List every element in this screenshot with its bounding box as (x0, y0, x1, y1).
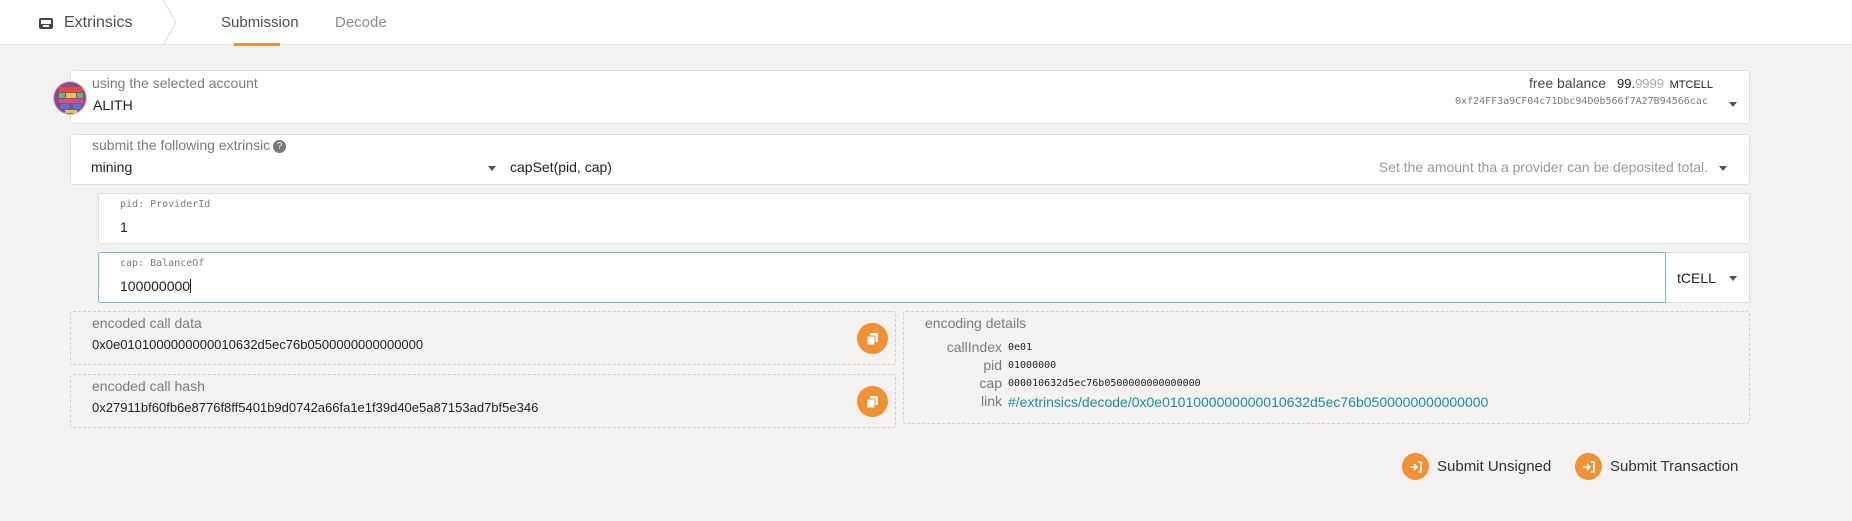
method-select[interactable]: capSet(pid, cap) Set the amount tha a pr… (510, 159, 1735, 179)
unit-dropdown-icon (1729, 276, 1737, 281)
pid-label: pid: ProviderId (120, 199, 211, 210)
balance-integer: 99. (1617, 76, 1636, 91)
account-selector[interactable]: using the selected account ALITH free ba… (70, 70, 1750, 124)
account-avatar (53, 81, 87, 115)
cap-input-box[interactable]: cap: BalanceOf 100000000 (98, 252, 1666, 303)
submit-transaction-label: Submit Transaction (1610, 458, 1739, 475)
account-name: ALITH (93, 97, 133, 113)
encoded-call-data-value: 0x0e0101000000000010632d5ec76b0500000000… (92, 337, 424, 352)
pid-input[interactable]: 1 (120, 219, 128, 235)
cap-key: cap (979, 375, 1002, 391)
encoding-details-title: encoding details (925, 315, 1027, 331)
app-label: Extrinsics (64, 13, 133, 31)
text-cursor (190, 279, 192, 293)
copy-icon (866, 395, 878, 408)
cap-input[interactable]: 100000000 (120, 278, 192, 294)
free-balance-value: 99.9999 MTCELL (1617, 76, 1713, 91)
account-dropdown-icon[interactable] (1729, 102, 1737, 107)
copy-call-hash-button[interactable] (857, 386, 888, 417)
account-label: using the selected account (92, 75, 258, 91)
submit-transaction-button[interactable]: Submit Transaction (1575, 453, 1738, 480)
encoding-details-box: encoding details callIndex 0e01 pid 0100… (903, 311, 1750, 424)
help-icon[interactable]: ? (273, 140, 287, 153)
param-pid[interactable]: pid: ProviderId 1 (98, 193, 1750, 244)
extrinsic-selector: submit the following extrinsic? mining c… (70, 134, 1750, 185)
free-balance-label: free balance (1529, 75, 1607, 91)
section-select[interactable]: mining (91, 159, 496, 179)
link-key: link (980, 393, 1002, 409)
encoded-call-hash-label: encoded call hash (92, 378, 205, 394)
pid-encoded-value: 01000000 (1008, 360, 1057, 371)
extrinsic-label: submit the following extrinsic? (92, 137, 287, 153)
tab-submission[interactable]: Submission (221, 0, 299, 45)
param-cap: cap: BalanceOf 100000000 tCELL (98, 252, 1750, 303)
cap-value: 100000000 (120, 278, 191, 294)
call-index-key: callIndex (946, 339, 1002, 355)
method-value: capSet(pid, cap) (510, 159, 612, 175)
breadcrumb-separator-icon (162, 0, 177, 45)
top-nav: Extrinsics Submission Decode (0, 0, 1852, 46)
section-dropdown-icon (488, 166, 496, 171)
cap-label: cap: BalanceOf (120, 258, 205, 269)
balance-fraction: 9999 (1635, 76, 1664, 91)
submit-unsigned-button[interactable]: Submit Unsigned (1402, 453, 1551, 480)
encoded-call-data-box: encoded call data 0x0e010100000000001063… (70, 311, 896, 365)
copy-icon (866, 332, 878, 345)
encoded-call-data-label: encoded call data (92, 315, 202, 331)
app-selector[interactable]: Extrinsics (38, 0, 132, 45)
cap-unit-select[interactable]: tCELL (1677, 270, 1747, 288)
tab-decode[interactable]: Decode (335, 0, 387, 45)
copy-call-data-button[interactable] (857, 323, 888, 354)
cap-encoded-value: 000010632d5ec76b0500000000000000 (1008, 378, 1201, 389)
inbox-icon (39, 17, 53, 29)
method-description: Set the amount tha a provider can be dep… (1378, 159, 1708, 175)
active-tab-indicator (234, 43, 280, 46)
encoded-call-hash-box: encoded call hash 0x27911bf60fb6e8776f8f… (70, 374, 896, 428)
decode-link[interactable]: #/extrinsics/decode/0x0e0101000000000010… (1008, 394, 1488, 410)
encoded-call-hash-value: 0x27911bf60fb6e8776f8ff5401b9d0742a66fa1… (92, 400, 539, 415)
account-address: 0xf24FF3a9CF04c71Dbc94D0b566f7A27B94566c… (1455, 96, 1708, 107)
sign-in-icon (1402, 453, 1429, 480)
section-value: mining (91, 159, 133, 175)
method-dropdown-icon (1719, 166, 1727, 171)
sign-in-icon (1575, 453, 1602, 480)
cap-unit: tCELL (1677, 270, 1716, 286)
balance-unit: MTCELL (1669, 79, 1714, 91)
submit-unsigned-label: Submit Unsigned (1437, 458, 1552, 475)
call-index-value: 0e01 (1008, 342, 1033, 353)
pid-key: pid (983, 357, 1002, 373)
extrinsic-label-text: submit the following extrinsic (92, 137, 271, 153)
